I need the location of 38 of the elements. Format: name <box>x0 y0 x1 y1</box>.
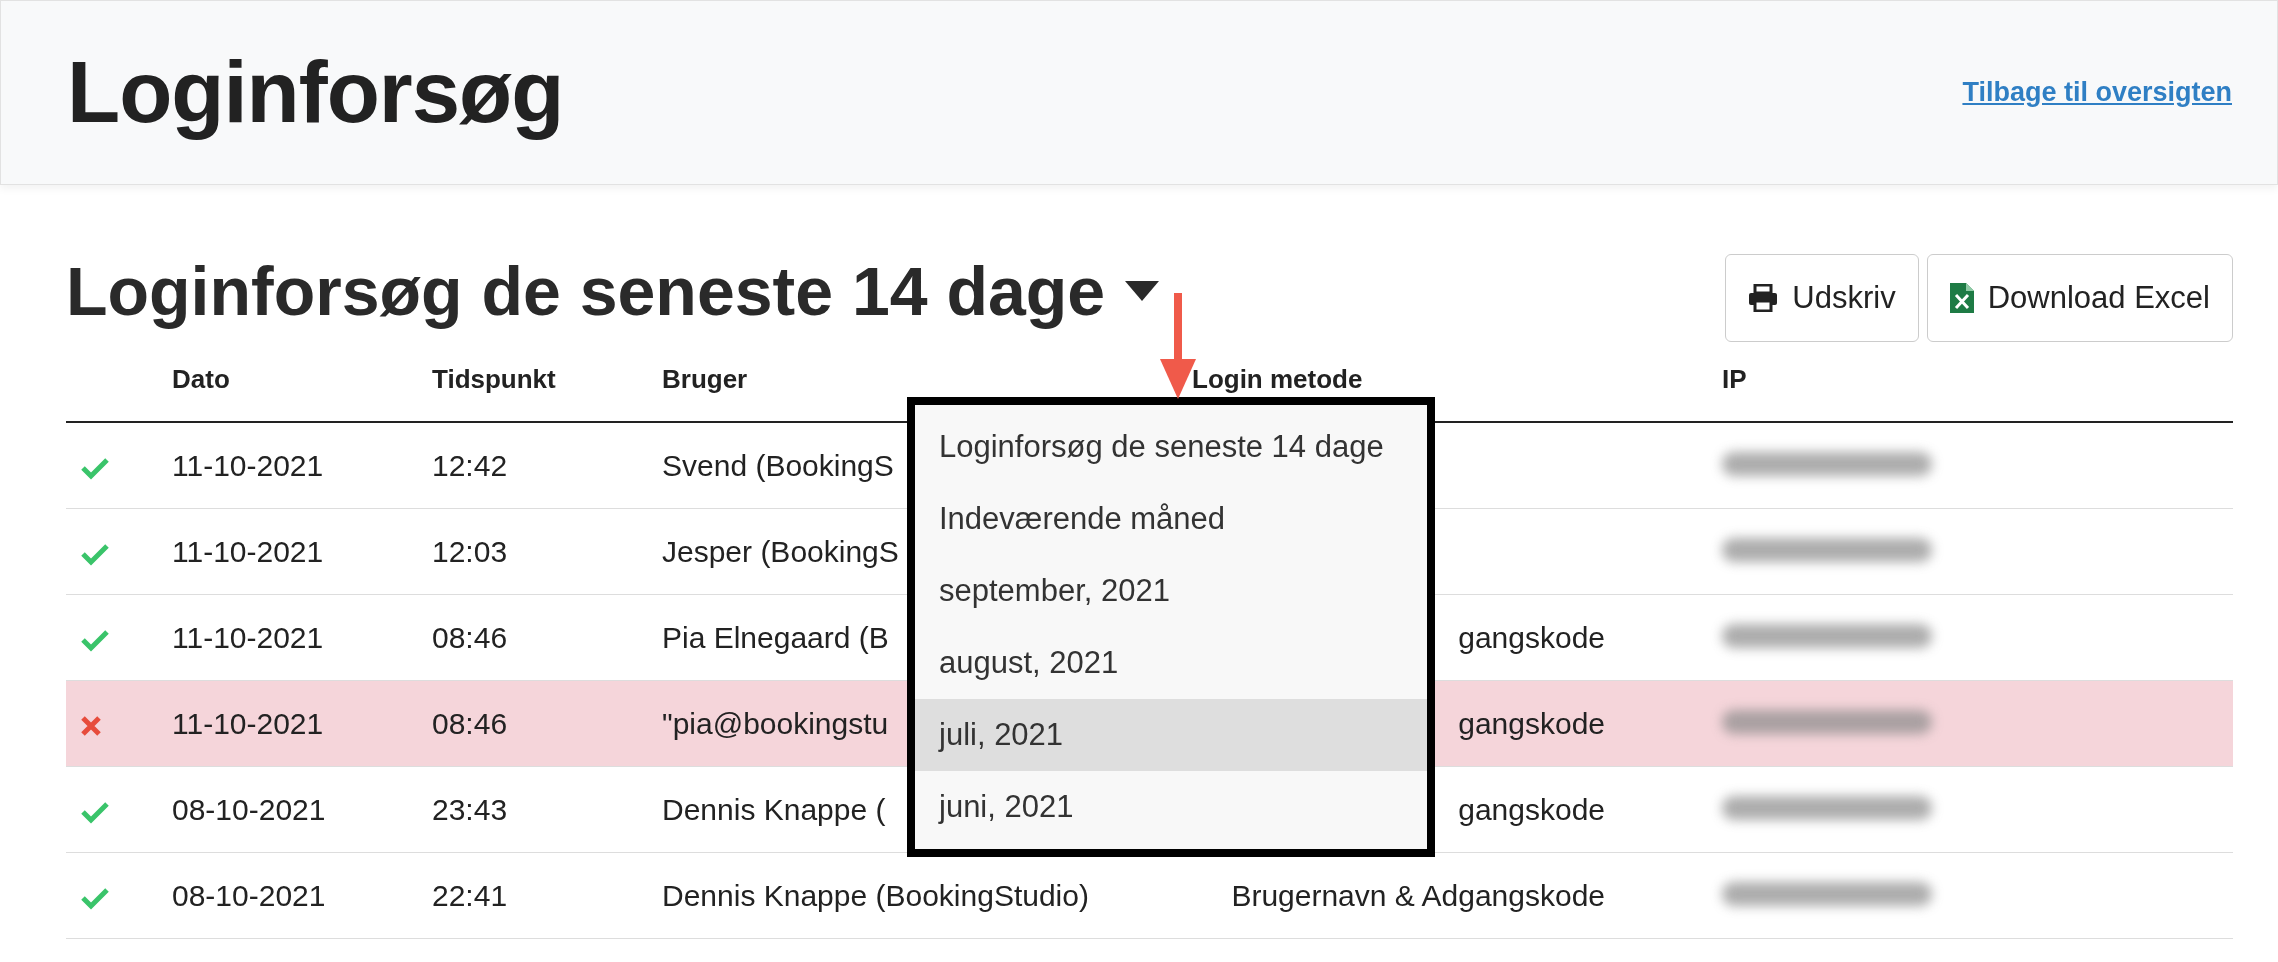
table-cell: 11-10-2021 <box>172 448 324 482</box>
table-cell: 08-10-2021 <box>172 792 326 826</box>
menu-item[interactable]: juni, 2021 <box>915 771 1427 843</box>
table-cell: "pia@bookingstu <box>662 706 889 740</box>
table-cell: Pia Elnegaard (B <box>662 620 889 654</box>
table-cell: 11-10-2021 <box>172 706 324 740</box>
printer-icon <box>1748 284 1779 312</box>
table-cell: 23:43 <box>432 792 508 826</box>
table-cell: 12:42 <box>432 448 508 482</box>
column-header: Dato <box>150 350 410 422</box>
table-cell: 08-10-2021 <box>172 878 326 912</box>
menu-item[interactable]: september, 2021 <box>915 555 1427 627</box>
menu-item[interactable]: juli, 2021 <box>915 699 1427 771</box>
spreadsheet-file-icon <box>1949 283 1974 313</box>
table-cell: 08:46 <box>432 706 508 740</box>
back-link[interactable]: Tilbage til oversigten <box>1962 72 2232 113</box>
table-cell: 12:03 <box>432 534 508 568</box>
table-cell: Dennis Knappe (BookingStudio) <box>662 878 1089 912</box>
download-button[interactable]: Download Excel <box>1926 254 2233 342</box>
caret-icon <box>1125 281 1160 301</box>
table-cell: gangskode <box>1458 706 1605 740</box>
column-header: Tidspunkt <box>410 350 640 422</box>
table-cell: Svend (BookingS <box>662 448 894 482</box>
table-cell: 22:41 <box>432 878 508 912</box>
period-dropdown[interactable]: Loginforsøg de seneste 14 dage <box>66 240 1160 342</box>
table-cell: 11-10-2021 <box>172 620 324 654</box>
table-cell: 11-10-2021 <box>172 534 324 568</box>
menu-item[interactable]: Indeværende måned <box>915 483 1427 555</box>
menu-item[interactable]: august, 2021 <box>915 627 1427 699</box>
column-header: IP <box>1700 350 2233 422</box>
page-title: Loginforsøg <box>67 42 564 143</box>
table-cell: 08:46 <box>432 620 508 654</box>
table-cell: Dennis Knappe ( <box>662 792 886 826</box>
print-button[interactable]: Udskriv <box>1725 254 1919 342</box>
table-cell: gangskode <box>1458 620 1605 654</box>
table-cell: gangskode <box>1458 792 1605 826</box>
table-cell: Brugernavn & Adgangskode <box>1231 878 1605 912</box>
table-cell: Jesper (BookingS <box>662 534 899 568</box>
